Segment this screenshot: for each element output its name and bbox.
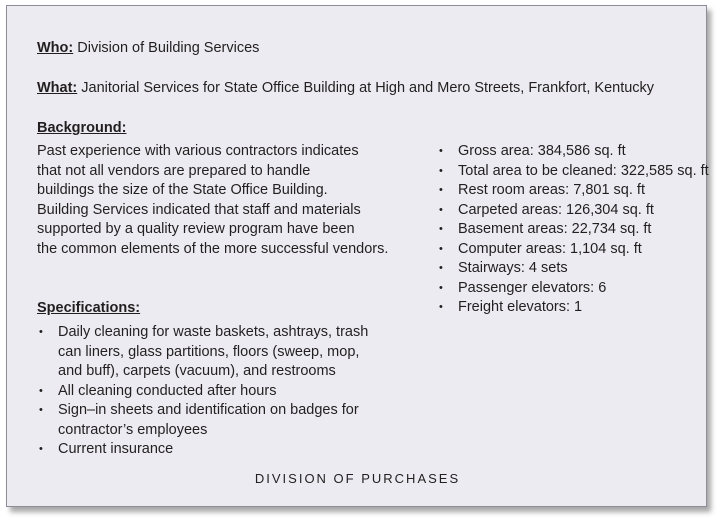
background-line: the common elements of the more successf… xyxy=(37,240,389,257)
spec-line: can liners, glass partitions, floors (sw… xyxy=(58,343,360,360)
spec-line: Sign–in sheets and identification on bad… xyxy=(58,402,359,418)
fact-item: Rest room areas: 7,801 sq. ft xyxy=(438,181,709,201)
fact-item: Freight elevators: 1 xyxy=(438,298,709,318)
background-line: Building Services indicated that staff a… xyxy=(37,201,361,218)
spec-line: contractor’s employees xyxy=(58,421,208,438)
building-facts-list: Gross area: 384,586 sq. ft Total area to… xyxy=(438,142,709,318)
fact-item: Carpeted areas: 126,304 sq. ft xyxy=(438,201,709,221)
specifications-list: Daily cleaning for waste baskets, ashtra… xyxy=(38,323,368,460)
spec-line: All cleaning conducted after hours xyxy=(58,382,277,399)
who-value: Division of Building Services xyxy=(77,40,260,56)
background-line: supported by a quality review program ha… xyxy=(37,221,355,238)
spec-item: All cleaning conducted after hours xyxy=(38,382,368,402)
spec-item: Daily cleaning for waste baskets, ashtra… xyxy=(38,323,368,382)
spec-item: Sign–in sheets and identification on bad… xyxy=(38,401,368,440)
fact-item: Basement areas: 22,734 sq. ft xyxy=(438,220,709,240)
info-card: Who: Division of Building Services What:… xyxy=(6,5,709,507)
fact-item: Stairways: 4 sets xyxy=(438,259,709,279)
fact-item: Gross area: 384,586 sq. ft xyxy=(438,142,709,162)
specifications-heading: Specifications: xyxy=(37,300,141,316)
background-line: buildings the size of the State Office B… xyxy=(37,182,328,199)
fact-item: Computer areas: 1,104 sq. ft xyxy=(438,240,709,260)
who-label: Who: xyxy=(37,40,74,56)
spec-item: Current insurance xyxy=(38,440,368,460)
background-line: that not all vendors are prepared to han… xyxy=(37,162,311,179)
spec-line: and buff), carpets (vacuum), and restroo… xyxy=(58,363,336,379)
what-label: What: xyxy=(37,80,78,96)
who-row: Who: Division of Building Services xyxy=(37,38,259,58)
spec-line: Daily cleaning for waste baskets, ashtra… xyxy=(58,324,369,340)
spec-line: Current insurance xyxy=(58,441,174,457)
fact-item: Total area to be cleaned: 322,585 sq. ft xyxy=(438,162,709,182)
what-row: What: Janitorial Services for State Offi… xyxy=(37,78,654,98)
footer-division-name: DIVISION OF PURCHASES xyxy=(254,471,461,486)
what-value: Janitorial Services for State Office Bui… xyxy=(81,80,655,96)
background-paragraph: Past experience with various contractors… xyxy=(37,142,397,260)
background-heading: Background: xyxy=(37,120,127,136)
background-line: Past experience with various contractors… xyxy=(37,143,359,159)
fact-item: Passenger elevators: 6 xyxy=(438,279,709,299)
